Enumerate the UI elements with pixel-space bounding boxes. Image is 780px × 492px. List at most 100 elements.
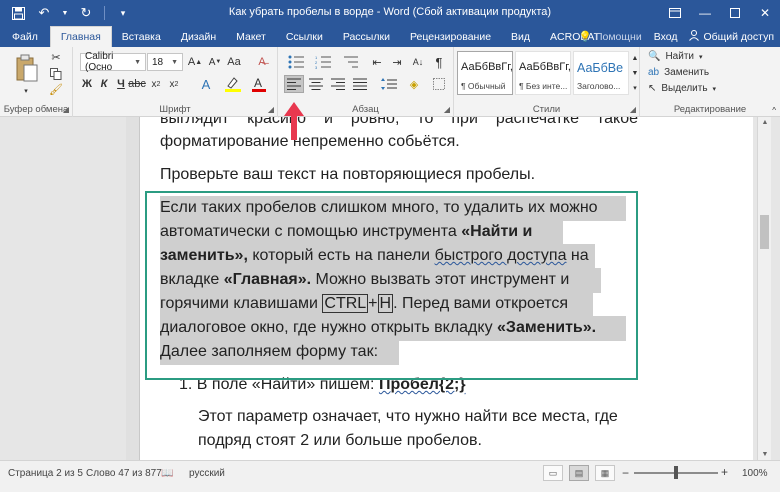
font-color-icon[interactable]: A — [247, 75, 271, 93]
paste-icon[interactable] — [12, 51, 42, 87]
bullets-icon[interactable] — [284, 53, 308, 71]
styles-scroll-down-icon[interactable]: ▼ — [630, 66, 640, 80]
tell-me-box[interactable]: 💡 Помощни — [579, 30, 642, 44]
customize-toolbar-icon[interactable]: ▾ — [113, 3, 133, 23]
font-size-combo[interactable]: 18 ▼ — [147, 53, 183, 71]
tab-insert[interactable]: Вставка — [112, 26, 171, 47]
tab-design[interactable]: Дизайн — [171, 26, 226, 47]
chevron-down-icon: ▾ — [712, 85, 717, 93]
subscript-icon[interactable]: x2 — [148, 75, 164, 93]
borders-icon[interactable] — [428, 75, 450, 93]
sign-in-link[interactable]: Вход — [654, 31, 678, 43]
select-button[interactable]: ↖ Выделить ▾ — [648, 83, 716, 94]
scroll-up-icon[interactable]: ▲ — [758, 119, 772, 126]
chevron-down-icon: ▼ — [134, 58, 141, 66]
multilevel-list-icon[interactable] — [338, 53, 362, 71]
clipboard-launcher-icon[interactable]: ◢ — [63, 105, 69, 114]
clear-formatting-icon[interactable]: A̶ — [253, 53, 271, 71]
minimize-icon[interactable]: — — [690, 0, 720, 26]
increase-indent-icon[interactable]: ⇥ — [388, 53, 406, 71]
web-layout-icon[interactable]: ▦ — [595, 465, 615, 481]
ribbon-options-icon[interactable] — [660, 0, 690, 26]
sort-icon[interactable]: A↓ — [409, 53, 427, 71]
styles-launcher-icon[interactable]: ◢ — [630, 105, 636, 114]
align-right-icon[interactable] — [328, 75, 348, 93]
share-button[interactable]: Общий доступ — [689, 29, 774, 44]
dropdown-icon[interactable]: ▼ — [60, 3, 70, 23]
underline-button[interactable]: Ч — [113, 75, 129, 93]
language-indicator[interactable]: русский — [189, 468, 225, 479]
font-name-combo[interactable]: Calibri (Осно ▼ — [80, 51, 146, 73]
redo-icon[interactable]: ↻ — [76, 3, 96, 23]
font-launcher-icon[interactable]: ◢ — [268, 105, 274, 114]
align-left-icon[interactable] — [284, 75, 304, 93]
numbering-icon[interactable]: 123 — [311, 53, 335, 71]
maximize-icon[interactable] — [720, 0, 750, 26]
read-mode-icon[interactable]: ▭ — [543, 465, 563, 481]
scroll-down-icon[interactable]: ▼ — [758, 451, 772, 458]
word-count[interactable]: Слово 47 из 877 — [86, 468, 162, 479]
tab-layout[interactable]: Макет — [226, 26, 276, 47]
bold-run: заменить», — [160, 247, 248, 264]
style-sample: АаБбВвГг, — [461, 61, 513, 73]
tab-mailings[interactable]: Рассылки — [333, 26, 400, 47]
change-case-icon[interactable]: Aa — [225, 53, 243, 71]
style-heading-1[interactable]: АаБбВе Заголово... — [573, 51, 629, 95]
paragraph-launcher-icon[interactable]: ◢ — [444, 105, 450, 114]
proofing-icon[interactable]: 📖 — [161, 468, 173, 479]
style-normal[interactable]: АаБбВвГг, ¶ Обычный — [457, 51, 513, 95]
svg-text:A: A — [254, 76, 262, 90]
paragraph-line: выглядит красиво и ровно, то при распеча… — [160, 117, 638, 127]
save-icon[interactable] — [8, 3, 28, 23]
chevron-down-icon: ▾ — [699, 53, 703, 61]
text-effects-icon[interactable]: A — [195, 75, 217, 93]
tab-home[interactable]: Главная — [49, 26, 112, 47]
page-count[interactable]: Страница 2 из 5 — [8, 468, 83, 479]
vertical-scrollbar[interactable]: ▲ ▼ — [757, 117, 771, 460]
cut-icon[interactable]: ✂ — [48, 50, 64, 65]
show-marks-icon[interactable]: ¶ — [430, 53, 448, 71]
align-center-icon[interactable] — [306, 75, 326, 93]
italic-button[interactable]: К — [96, 75, 112, 93]
bold-button[interactable]: Ж — [79, 75, 95, 93]
zoom-level[interactable]: 100% — [742, 468, 768, 479]
tab-file[interactable]: Файл — [0, 26, 50, 47]
justify-icon[interactable] — [350, 75, 370, 93]
close-icon[interactable]: ✕ — [750, 0, 780, 26]
find-button[interactable]: 🔍 Найти ▾ — [648, 51, 703, 62]
style-no-spacing[interactable]: АаБбВвГг, ¶ Без инте... — [515, 51, 571, 95]
zoom-slider-thumb[interactable] — [674, 466, 678, 479]
tab-references[interactable]: Ссылки — [276, 26, 333, 47]
paste-dropdown-icon[interactable]: ▾ — [21, 87, 31, 95]
scroll-thumb[interactable] — [760, 215, 769, 249]
print-layout-icon[interactable]: ▤ — [569, 465, 589, 481]
superscript-icon[interactable]: x2 — [166, 75, 182, 93]
zoom-out-button[interactable]: − — [622, 466, 629, 480]
replace-button[interactable]: ab Заменить — [648, 67, 709, 78]
font-name-value: Calibri (Осно — [85, 51, 114, 73]
paragraph-line: подряд стоят 2 или больше пробелов. — [198, 432, 482, 449]
strikethrough-icon[interactable]: abc — [128, 75, 146, 93]
document-canvas: выглядит красиво и ровно, то при распеча… — [140, 117, 753, 460]
styles-more-icon[interactable]: ▾ — [630, 81, 640, 95]
decrease-indent-icon[interactable]: ⇤ — [368, 53, 386, 71]
text-run: горячими клавишами — [160, 295, 323, 312]
style-name: ¶ Обычный — [461, 81, 506, 91]
text-run: + — [368, 295, 378, 312]
undo-icon[interactable]: ↶ — [34, 3, 54, 23]
styles-scroll-up-icon[interactable]: ▲ — [630, 51, 640, 65]
shrink-font-icon[interactable]: A ▼ — [206, 53, 224, 71]
grow-font-icon[interactable]: A ▲ — [186, 53, 204, 71]
tab-view[interactable]: Вид — [501, 26, 540, 47]
shading-icon[interactable]: ◈ — [403, 75, 425, 93]
document-page[interactable]: выглядит красиво и ровно, то при распеча… — [140, 117, 753, 460]
line-spacing-icon[interactable] — [378, 75, 400, 93]
collapse-ribbon-icon[interactable]: ^ — [772, 106, 776, 115]
tab-review[interactable]: Рецензирование — [400, 26, 501, 47]
copy-icon[interactable] — [48, 66, 64, 81]
format-painter-icon[interactable]: 🖌 — [48, 82, 64, 97]
zoom-in-button[interactable]: + — [721, 465, 728, 479]
red-arrow-icon — [284, 102, 304, 140]
highlight-color-icon[interactable] — [221, 75, 245, 93]
bold-run: «Найти и — [461, 223, 533, 240]
